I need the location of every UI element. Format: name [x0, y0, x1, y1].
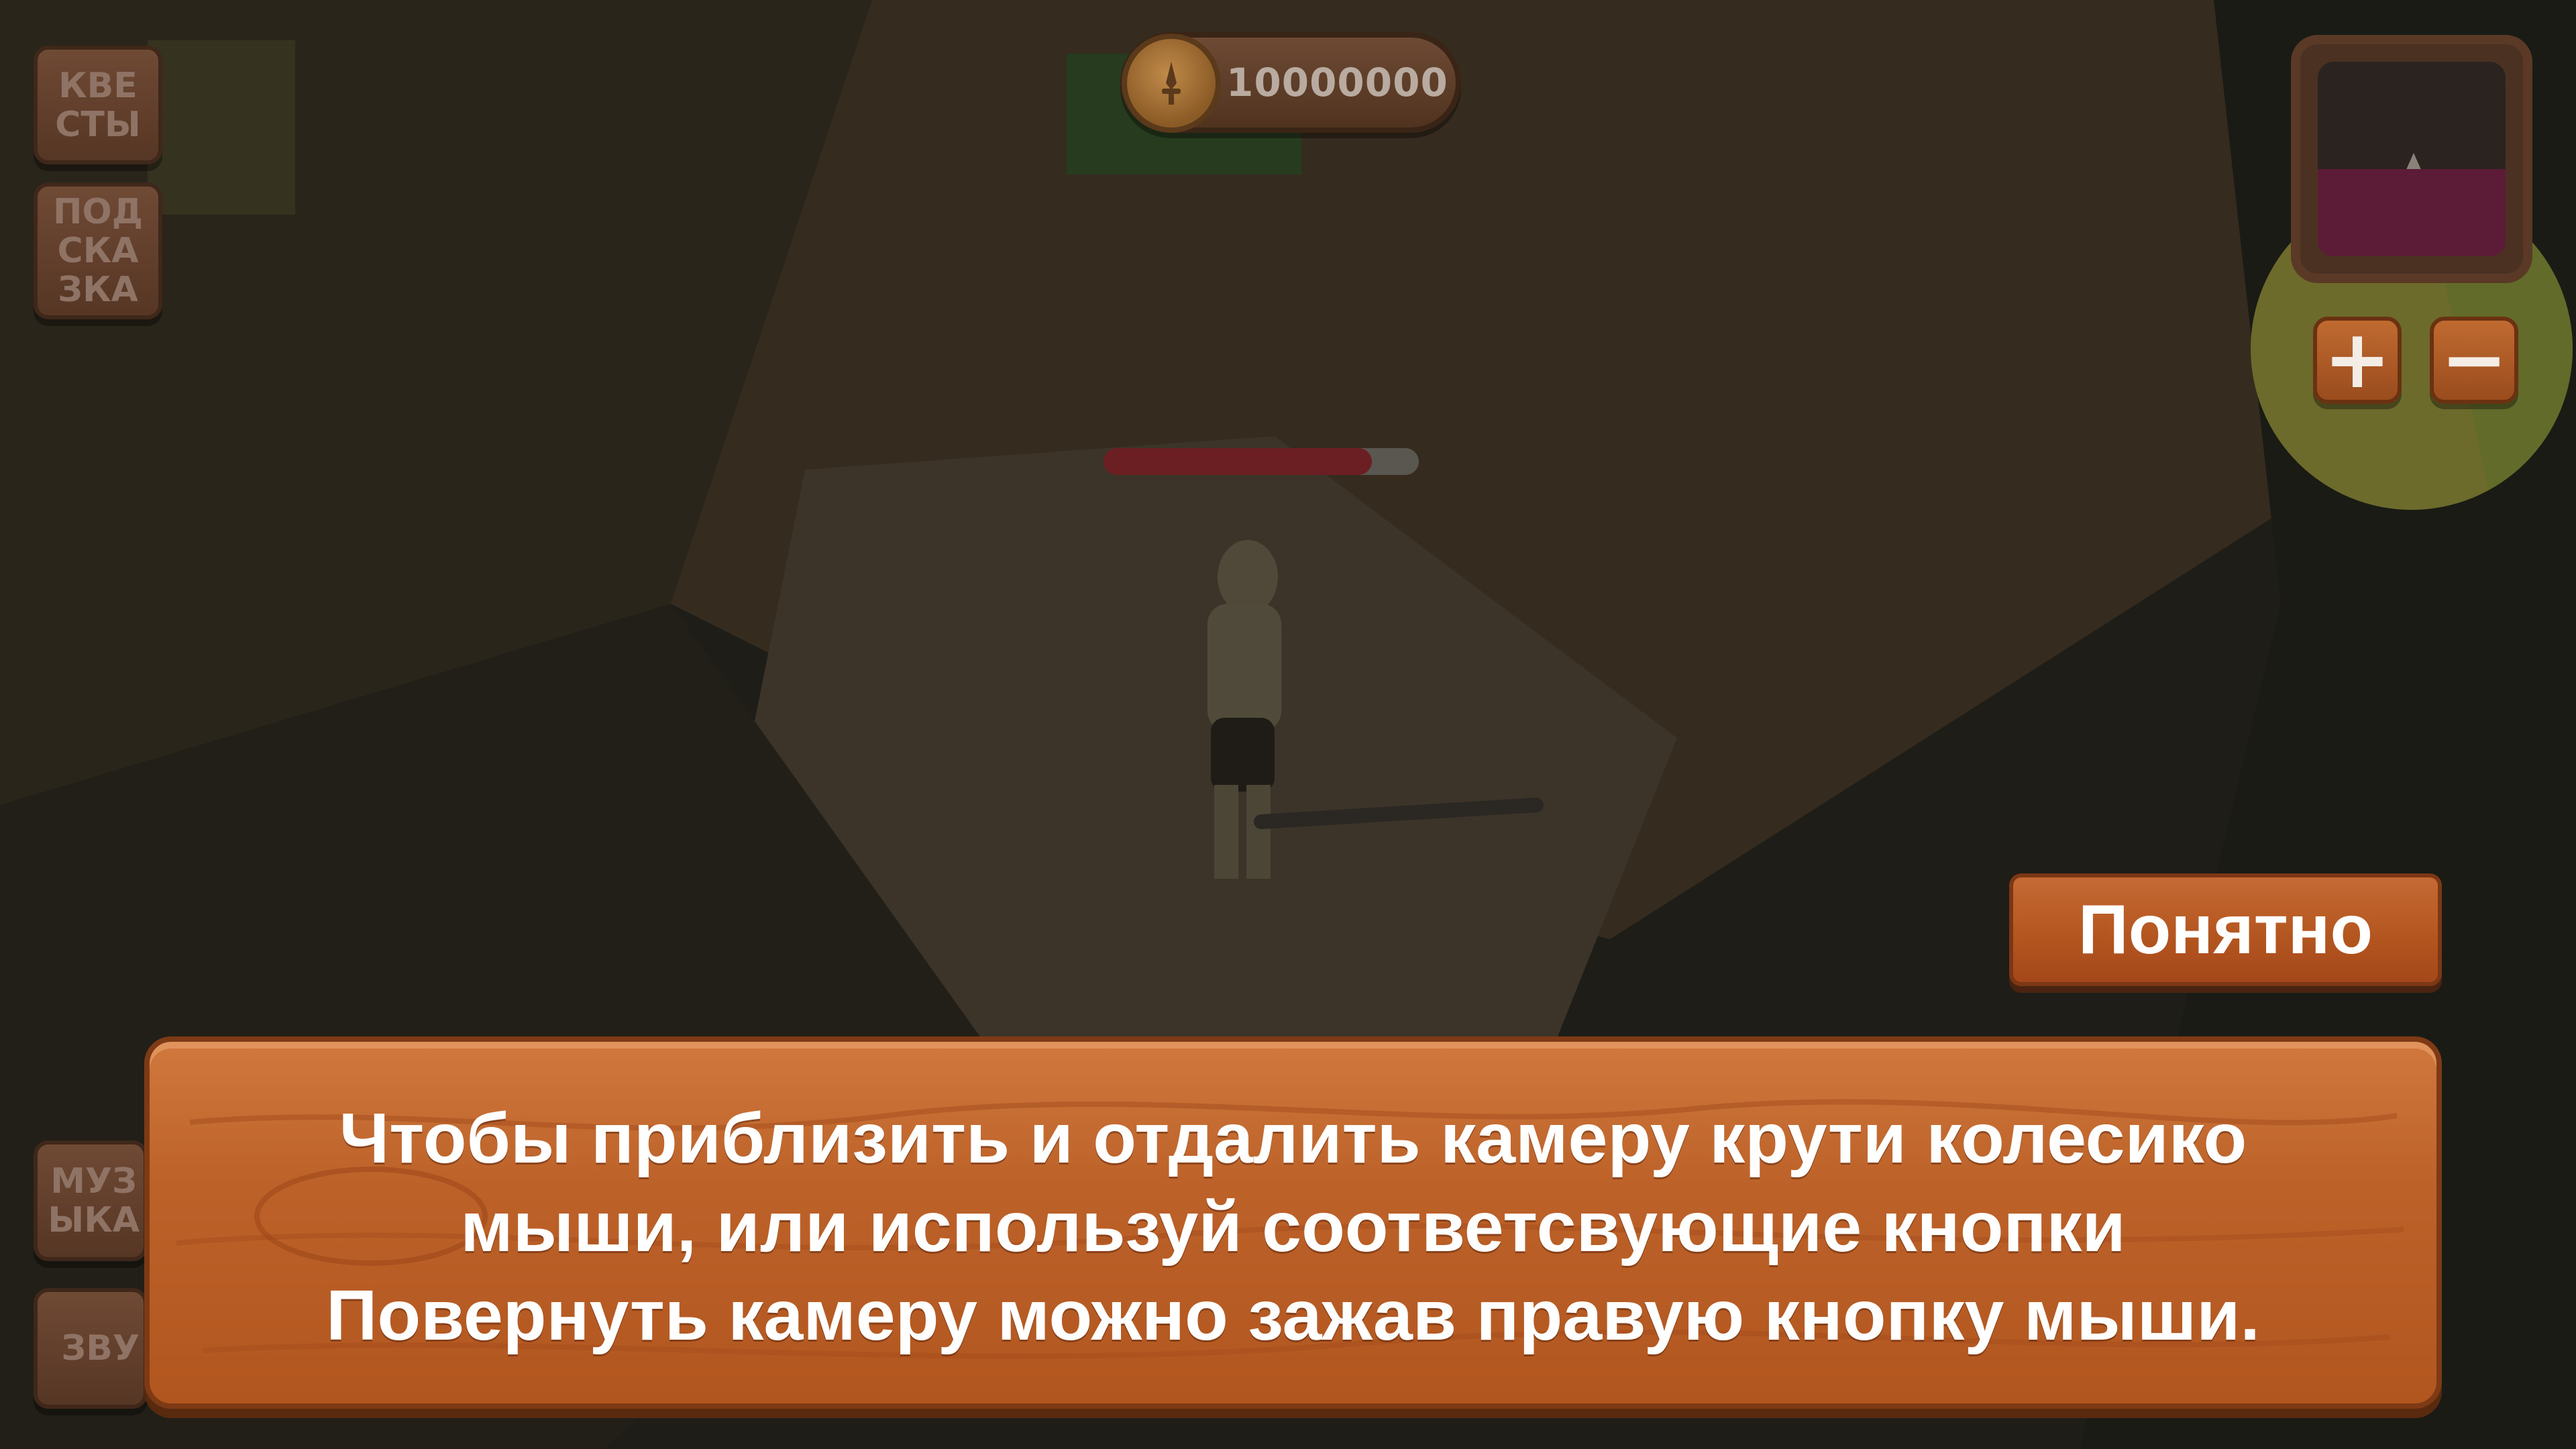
music-button[interactable]: МУЗ ЫКА: [34, 1140, 148, 1261]
minimap-bottom: [2318, 169, 2506, 256]
zoom-in-button[interactable]: +: [2313, 317, 2402, 404]
minimap-view: [2318, 62, 2506, 256]
health-bar: [1104, 448, 1419, 475]
health-fill: [1104, 448, 1372, 475]
minimap[interactable]: [2291, 35, 2532, 283]
coin-value: 10000000: [1226, 60, 1448, 105]
sound-button[interactable]: ЗВУ: [34, 1288, 148, 1409]
hint-button[interactable]: ПОД СКА ЗКА: [34, 182, 162, 319]
zoom-out-button[interactable]: −: [2430, 317, 2518, 404]
tutorial-message: Чтобы приблизить и отдалить камеру крути…: [326, 1099, 2260, 1355]
quests-button[interactable]: КВЕ СТЫ: [34, 46, 162, 164]
coin-counter: 10000000: [1120, 32, 1461, 133]
tutorial-dialog: Чтобы приблизить и отдалить камеру крути…: [144, 1036, 2442, 1409]
confirm-button[interactable]: Понятно: [2009, 873, 2442, 986]
sword-coin-icon: [1122, 34, 1221, 133]
quest-sign: [148, 40, 295, 215]
